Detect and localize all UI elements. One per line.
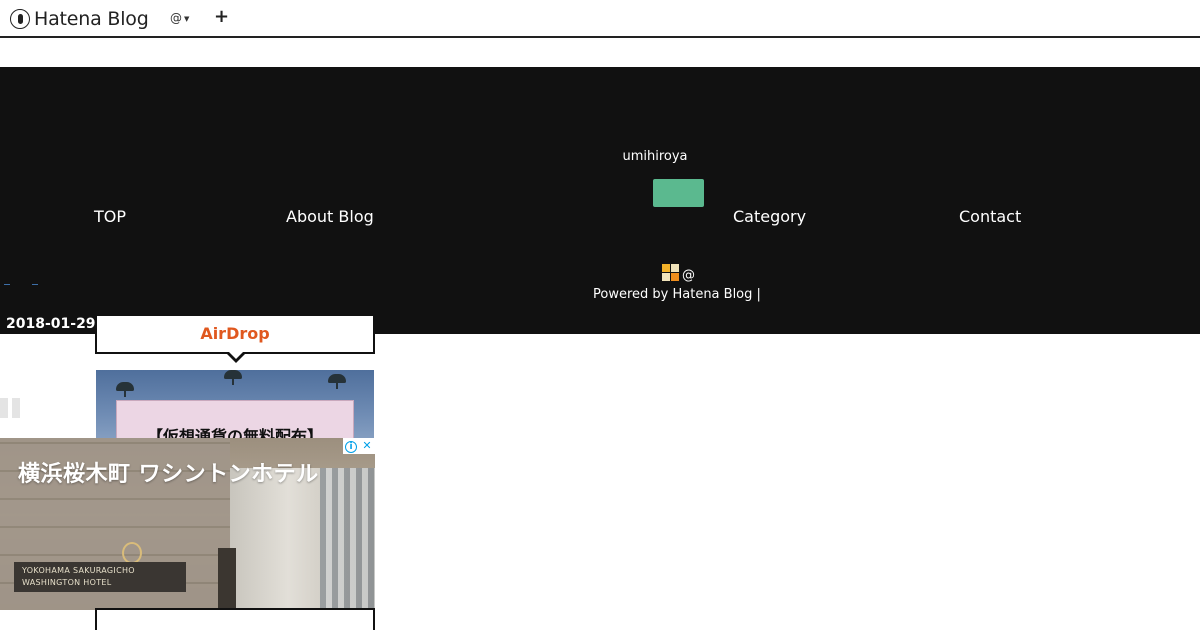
category-label: AirDrop — [200, 324, 270, 343]
parachute-icon — [116, 382, 134, 397]
ad-hotel-plaque: YOKOHAMA SAKURAGICHO WASHINGTON HOTEL — [14, 562, 186, 592]
ad-building-facade — [230, 468, 375, 610]
add-post-button[interactable]: + — [214, 6, 229, 27]
hatena-blog-logo[interactable]: Hatena Blog — [10, 7, 149, 31]
hotel-emblem-icon — [122, 542, 142, 564]
hotel-advertisement[interactable]: 横浜桜木町 ワシントンホテル YOKOHAMA SAKURAGICHO WASH… — [0, 438, 375, 610]
nav-category[interactable]: Category — [733, 207, 806, 226]
brand-name: Hatena Blog — [34, 8, 149, 30]
ad-controls: i ✕ — [343, 438, 375, 454]
nav-about-blog[interactable]: About Blog — [286, 207, 374, 226]
next-post-card[interactable] — [95, 608, 375, 630]
parachute-icon — [224, 370, 242, 385]
bubble-tail — [226, 351, 246, 363]
powered-by-text[interactable]: Powered by Hatena Blog | — [593, 287, 761, 302]
ad-title: 横浜桜木町 ワシントンホテル — [18, 462, 319, 487]
ad-close-icon[interactable]: ✕ — [359, 438, 375, 454]
user-menu-button[interactable]: @ ▼ — [170, 11, 189, 25]
parachute-icon — [328, 374, 346, 389]
ad-info-icon[interactable]: i — [343, 438, 359, 454]
hatena-logo-icon — [10, 9, 30, 29]
account-id[interactable]: @ — [682, 268, 695, 283]
green-label-chip — [653, 179, 704, 207]
hatena-toolbar: Hatena Blog @ ▼ + — [0, 0, 1200, 38]
caret-down-icon: ▼ — [184, 14, 190, 23]
ad-doorway — [218, 548, 236, 610]
user-menu-label: @ — [170, 11, 182, 25]
nav-top[interactable]: TOP — [94, 207, 126, 226]
hatena-badge-icon — [662, 264, 679, 281]
divider — [4, 284, 38, 285]
blog-owner-name[interactable]: umihiroya — [0, 149, 1200, 164]
nav-contact[interactable]: Contact — [959, 207, 1021, 226]
category-bubble[interactable]: AirDrop — [95, 316, 375, 354]
blog-header: umihiroya TOP About Blog Category Contac… — [0, 67, 1200, 334]
post-date: 2018-01-29 — [6, 316, 96, 332]
